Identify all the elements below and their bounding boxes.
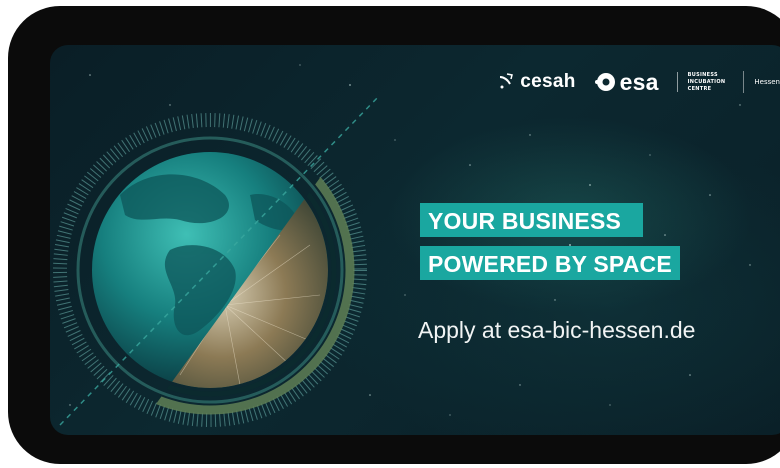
region-label: Hessen	[743, 71, 780, 93]
bic-label: BUSINESS INCUBATION CENTRE	[676, 72, 726, 92]
headline-line-1: YOUR BUSINESS	[420, 203, 644, 237]
banner-card: cesah esa BUSINESS INCUBATION CENTRE Hes…	[50, 45, 780, 435]
bic-line-3: CENTRE	[687, 86, 712, 92]
esa-logo: esa	[594, 69, 659, 96]
cesah-logo: cesah	[498, 71, 575, 93]
partner-logos: cesah esa BUSINESS INCUBATION CENTRE Hes…	[498, 63, 780, 101]
satellite-icon	[500, 73, 514, 89]
apply-cta-text: Apply at esa-bic-hessen.de	[418, 317, 696, 343]
cesah-wordmark: cesah	[520, 71, 576, 92]
bic-line-2: INCUBATION	[687, 79, 726, 85]
esa-logo-icon	[594, 73, 615, 91]
headline: YOUR BUSINESS POWERED BY SPACE	[420, 203, 680, 280]
bic-line-1: BUSINESS	[687, 72, 718, 78]
esa-wordmark: esa	[619, 68, 659, 95]
headline-line-2: POWERED BY SPACE	[420, 246, 680, 280]
